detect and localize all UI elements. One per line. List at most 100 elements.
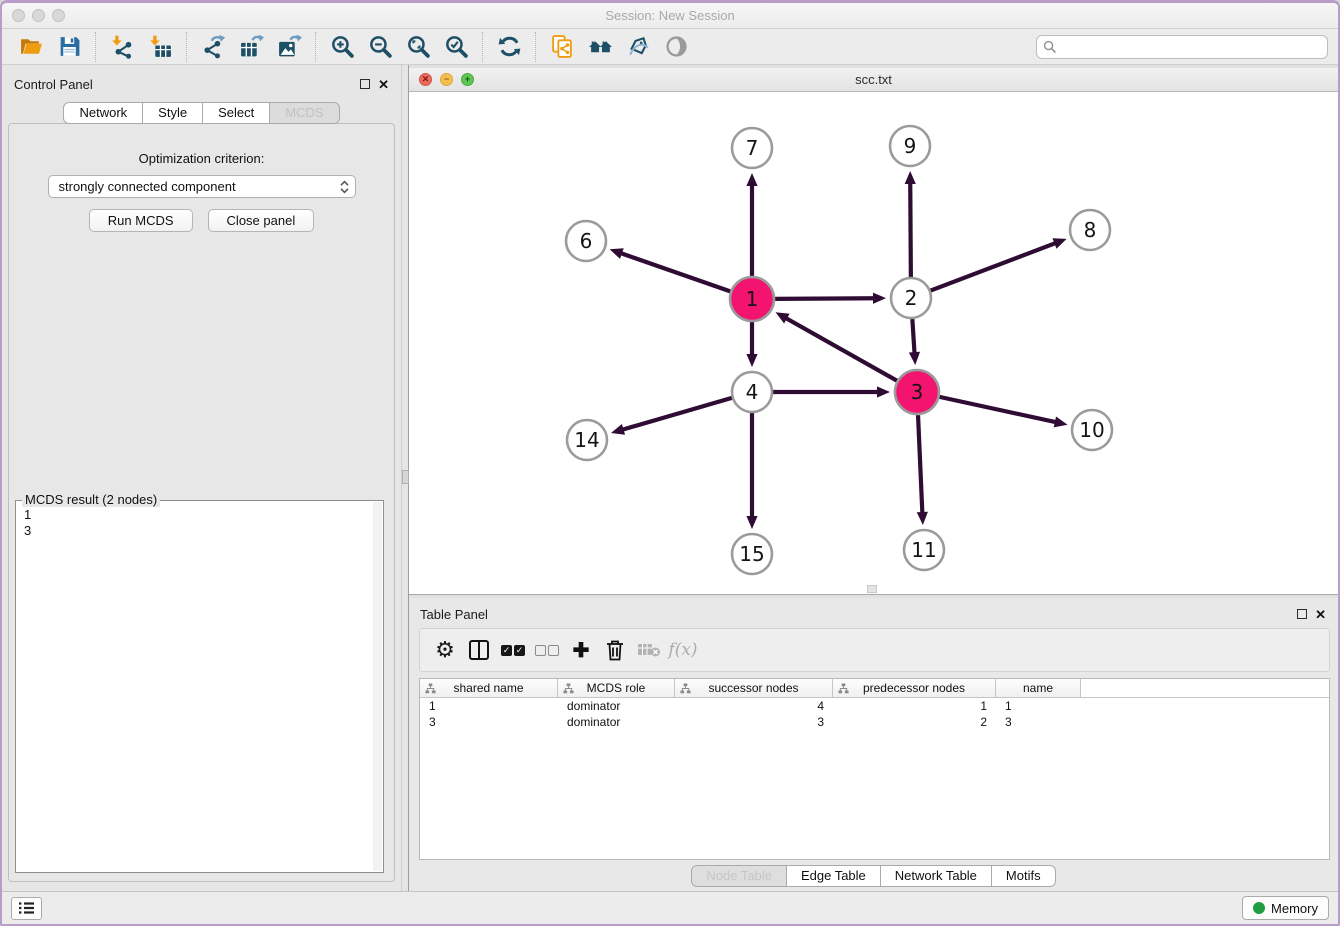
float-panel-icon[interactable] [360,79,370,89]
table-tabs: Node TableEdge TableNetwork TableMotifs [409,860,1338,891]
control-panel: Control Panel ✕ NetworkStyleSelectMCDS O… [2,65,402,891]
graph-edge-3-11[interactable] [918,415,922,515]
close-panel-button[interactable]: Close panel [208,209,315,232]
graph-edge-2-9[interactable] [910,181,911,277]
tab-motifs[interactable]: Motifs [992,865,1056,887]
export-network-icon[interactable] [198,32,228,62]
result-line: 1 [24,507,383,523]
mcds-result-title: MCDS result (2 nodes) [22,492,160,507]
tab-network[interactable]: Network [63,102,143,124]
graph-node-label-3: 3 [911,380,924,404]
table-header-row: shared nameMCDS rolesuccessor nodesprede… [420,679,1329,698]
reset-view-icon[interactable] [585,32,615,62]
toolbar-separator [535,32,536,62]
cell-MCDS-role[interactable]: dominator [558,698,675,714]
select-all-columns-icon[interactable]: ✓✓ [496,633,530,667]
run-mcds-button[interactable]: Run MCDS [89,209,193,232]
cell-shared-name[interactable]: 1 [420,698,558,714]
control-panel-tabs: NetworkStyleSelectMCDS [2,102,401,124]
unselect-all-columns-icon[interactable] [530,633,564,667]
memory-status-icon [1253,902,1265,914]
zoom-fit-icon[interactable] [403,32,433,62]
apply-layout-icon[interactable] [494,32,524,62]
graph-arrowhead [1052,238,1066,248]
splitter-handle[interactable] [402,470,409,484]
bird-eye-view-icon[interactable] [661,32,691,62]
close-table-panel-icon[interactable]: ✕ [1315,608,1326,621]
zoom-out-icon[interactable] [365,32,395,62]
graph-arrowhead [611,424,625,435]
import-network-icon[interactable] [107,32,137,62]
import-table-icon[interactable] [145,32,175,62]
status-bar: Memory [2,891,1338,924]
tab-select[interactable]: Select [203,102,270,124]
tab-mcds[interactable]: MCDS [270,102,339,124]
graph-arrowhead [1054,416,1068,427]
tab-style[interactable]: Style [143,102,203,124]
graph-edge-1-2[interactable] [775,298,876,299]
cell-predecessor-nodes[interactable]: 1 [833,698,996,714]
mcds-result-box: MCDS result (2 nodes) 13 [15,500,384,873]
panel-splitter[interactable] [402,65,409,891]
search-icon [1043,40,1057,54]
network-graph[interactable]: 7968124314101511 [409,92,1336,594]
open-session-icon[interactable] [16,32,46,62]
criterion-select[interactable]: strongly connected component [48,175,356,198]
result-scrollbar[interactable] [373,502,382,871]
close-panel-icon[interactable]: ✕ [378,78,389,91]
table-settings-icon[interactable]: ⚙ [428,633,462,667]
tab-network-table[interactable]: Network Table [881,865,992,887]
graph-edge-1-6[interactable] [619,253,730,292]
table-toolbar: ⚙ ✓✓ ✚ [419,628,1330,672]
cell-MCDS-role[interactable]: dominator [558,714,675,730]
graph-edge-3-10[interactable] [939,397,1057,423]
cell-name[interactable]: 3 [996,714,1081,730]
float-table-panel-icon[interactable] [1297,609,1307,619]
create-column-icon[interactable]: ✚ [564,633,598,667]
graph-edge-4-14[interactable] [621,398,732,430]
function-builder-icon[interactable]: f(x) [666,633,700,667]
show-columns-icon[interactable] [462,633,496,667]
show-panels-button[interactable] [11,897,42,920]
save-session-icon[interactable] [54,32,84,62]
graph-node-label-15: 15 [739,542,764,566]
delete-column-icon[interactable] [598,633,632,667]
column-header-successor-nodes[interactable]: successor nodes [675,679,833,697]
zoom-selected-icon[interactable] [441,32,471,62]
cell-shared-name[interactable]: 3 [420,714,558,730]
criterion-value: strongly connected component [59,179,236,194]
table-row[interactable]: 1dominator411 [420,698,1329,714]
column-header-shared-name[interactable]: shared name [420,679,558,697]
cell-predecessor-nodes[interactable]: 2 [833,714,996,730]
tab-edge-table[interactable]: Edge Table [787,865,881,887]
column-header-predecessor-nodes[interactable]: predecessor nodes [833,679,996,697]
cell-successor-nodes[interactable]: 4 [675,698,833,714]
table-row[interactable]: 3dominator323 [420,714,1329,730]
cell-successor-nodes[interactable]: 3 [675,714,833,730]
column-header-MCDS-role[interactable]: MCDS role [558,679,675,697]
graph-edge-2-3[interactable] [912,319,914,355]
canvas-scroll-thumb[interactable] [867,585,877,593]
delete-table-icon[interactable] [632,633,666,667]
search-input[interactable] [1057,38,1321,56]
graph-node-label-2: 2 [905,286,918,310]
network-window-titlebar[interactable]: ✕ − + scc.txt [409,68,1338,92]
clone-network-icon[interactable] [547,32,577,62]
graph-edge-2-8[interactable] [931,242,1058,290]
graph-arrowhead [877,386,890,397]
graph-arrowhead [610,248,624,259]
tab-node-table[interactable]: Node Table [691,865,787,887]
titlebar: Session: New Session [2,3,1338,29]
graph-arrowhead [909,352,920,365]
export-image-icon[interactable] [274,32,304,62]
export-table-icon[interactable] [236,32,266,62]
node-table: shared nameMCDS rolesuccessor nodesprede… [419,678,1330,860]
column-header-name[interactable]: name [996,679,1081,697]
cell-name[interactable]: 1 [996,698,1081,714]
graph-edge-3-1[interactable] [784,317,897,381]
search-field[interactable] [1036,35,1328,59]
memory-button[interactable]: Memory [1242,896,1329,920]
zoom-in-icon[interactable] [327,32,357,62]
hide-labels-icon[interactable] [623,32,653,62]
network-canvas[interactable]: 7968124314101511 [409,92,1338,594]
